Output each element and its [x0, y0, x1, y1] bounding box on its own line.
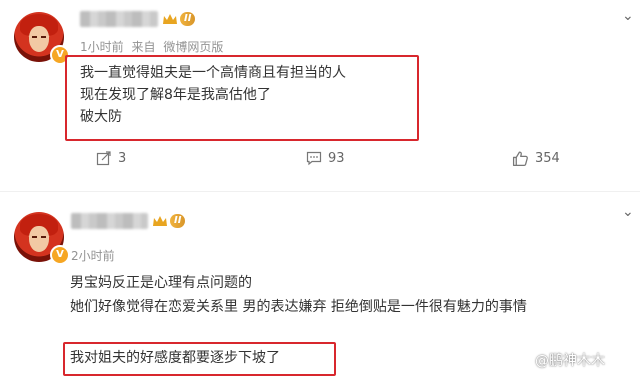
timestamp: 2小时前	[71, 249, 115, 263]
comment-line: 男宝妈反正是心理有点问题的	[70, 275, 252, 291]
source-link[interactable]: 微博网页版	[163, 40, 223, 54]
like-count: 354	[535, 151, 560, 166]
comment-text: 我一直觉得姐夫是一个高情商且有担当的人 现在发现了解8年是我高估他了 破大防	[80, 62, 420, 128]
comment-line: 现在发现了解8年是我高估他了	[80, 87, 271, 103]
level-badge: II	[170, 214, 186, 228]
share-button[interactable]: 3	[96, 150, 126, 166]
comment-line: 她们好像觉得在恋爱关系里 男的表达嫌弃 拒绝倒贴是一件很有魅力的事情	[70, 299, 527, 315]
chevron-down-icon[interactable]: ⌄	[622, 204, 634, 220]
watermark: @鹏神木木	[535, 353, 605, 369]
source-prefix: 来自	[131, 40, 156, 54]
like-button[interactable]: 354	[512, 150, 560, 167]
username-redacted[interactable]	[80, 11, 158, 27]
comment-icon	[306, 151, 322, 166]
comment-line: 破大防	[80, 109, 122, 125]
thumbs-up-icon	[512, 151, 528, 167]
comment-button[interactable]: 93	[306, 150, 345, 166]
comment-card: V II 1小时前 来自 微博网页版 我一直觉得姐夫是一个高情商且有担当的人 现…	[0, 0, 640, 190]
comment-line: 我对姐夫的好感度都要逐步下坡了	[70, 350, 280, 366]
crown-icon	[153, 216, 167, 226]
comment-card: V II 2小时前 男宝妈反正是心理有点问题的 她们好像觉得在恋爱关系里 男的表…	[0, 192, 640, 382]
comment-count: 93	[328, 150, 345, 166]
level-badge: II	[180, 12, 196, 26]
verified-badge-icon: V	[50, 245, 70, 265]
chevron-down-icon[interactable]: ⌄	[622, 8, 634, 24]
comment-line: 我一直觉得姐夫是一个高情商且有担当的人	[80, 65, 346, 81]
timestamp: 1小时前	[80, 40, 124, 54]
username-redacted[interactable]	[71, 213, 148, 229]
share-count: 3	[118, 150, 127, 166]
comment-text: 男宝妈反正是心理有点问题的 她们好像觉得在恋爱关系里 男的表达嫌弃 拒绝倒贴是一…	[70, 272, 630, 318]
crown-icon	[163, 14, 177, 24]
comment-meta: 1小时前 来自 微博网页版	[80, 38, 223, 55]
share-icon	[96, 151, 111, 166]
